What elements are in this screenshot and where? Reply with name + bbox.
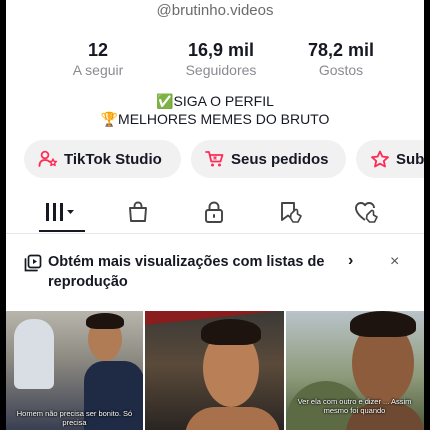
profile-stats: 12 A seguir 16,9 mil Seguidores 78,2 mil… bbox=[6, 40, 424, 84]
bio-line-2: 🏆MELHORES MEMES DO BRUTO bbox=[100, 111, 330, 127]
heart-hand-icon bbox=[355, 202, 378, 223]
video-thumbnail-1[interactable]: Homem não precisa ser bonito. Só precisa bbox=[6, 311, 143, 430]
tab-private[interactable] bbox=[194, 198, 234, 226]
video-caption-1: Homem não precisa ser bonito. Só precisa bbox=[16, 409, 133, 427]
bio-line-1: ✅SIGA O PERFIL bbox=[156, 93, 274, 109]
tab-shop[interactable] bbox=[118, 198, 158, 226]
video-caption-3: Ver ela com outro e dizer ... Assim mesm… bbox=[297, 397, 412, 415]
lock-icon bbox=[205, 201, 223, 223]
video-grid: Homem não precisa ser bonito. Só precisa… bbox=[6, 311, 424, 430]
likes-count: 78,2 mil bbox=[307, 40, 375, 60]
video-thumbnail-2[interactable] bbox=[145, 311, 284, 430]
tab-saved[interactable] bbox=[271, 198, 311, 226]
banner-text: Obtém mais visualizações com listas de r… bbox=[48, 254, 325, 290]
tiktok-studio-label: TikTok Studio bbox=[64, 150, 162, 168]
profile-page: @brutinho.videos 12 A seguir 16,9 mil Se… bbox=[6, 0, 424, 430]
person-star-icon bbox=[38, 150, 58, 167]
following-label: A seguir bbox=[72, 62, 124, 78]
profile-username: @brutinho.videos bbox=[156, 2, 274, 19]
playlist-icon bbox=[24, 254, 42, 272]
tab-videos[interactable] bbox=[40, 198, 80, 226]
profile-bio: ✅SIGA O PERFIL 🏆MELHORES MEMES DO BRUTO bbox=[6, 92, 424, 128]
subscriptions-label: Subs bbox=[396, 150, 424, 168]
banner-close-button[interactable]: × bbox=[390, 253, 399, 271]
bag-icon bbox=[129, 201, 147, 222]
profile-action-buttons: TikTok Studio Seus pedidos Subs bbox=[24, 140, 424, 178]
stat-likes[interactable]: 78,2 mil Gostos bbox=[286, 40, 396, 78]
video-thumbnail-3[interactable]: Ver ela com outro e dizer ... Assim mesm… bbox=[286, 311, 424, 430]
followers-label: Seguidores bbox=[185, 62, 257, 78]
tiktok-studio-button[interactable]: TikTok Studio bbox=[24, 140, 181, 178]
thumbnail-hair bbox=[201, 319, 261, 345]
stat-followers[interactable]: 16,9 mil Seguidores bbox=[166, 40, 276, 78]
orders-button[interactable]: Seus pedidos bbox=[191, 140, 346, 178]
bookmark-hand-icon bbox=[281, 202, 302, 223]
likes-label: Gostos bbox=[318, 62, 364, 78]
following-count: 12 bbox=[87, 40, 109, 60]
thumbnail-hair bbox=[86, 313, 124, 329]
stat-following[interactable]: 12 A seguir bbox=[58, 40, 138, 78]
thumbnail-shoulders bbox=[185, 407, 280, 430]
grid-icon bbox=[46, 203, 74, 221]
followers-count: 16,9 mil bbox=[187, 40, 255, 60]
playlist-banner[interactable]: Obtém mais visualizações com listas de r… bbox=[6, 248, 424, 300]
orders-label: Seus pedidos bbox=[231, 150, 329, 168]
tab-liked[interactable] bbox=[347, 198, 387, 226]
selected-tab-indicator bbox=[39, 230, 85, 232]
thumbnail-hair bbox=[350, 311, 416, 337]
subscriptions-button[interactable]: Subs bbox=[356, 140, 424, 178]
banner-chevron-icon[interactable]: › bbox=[348, 252, 353, 270]
cart-icon bbox=[205, 151, 224, 167]
profile-tabs bbox=[6, 190, 424, 234]
star-icon bbox=[371, 150, 389, 168]
thumbnail-figure-veil bbox=[14, 319, 54, 389]
